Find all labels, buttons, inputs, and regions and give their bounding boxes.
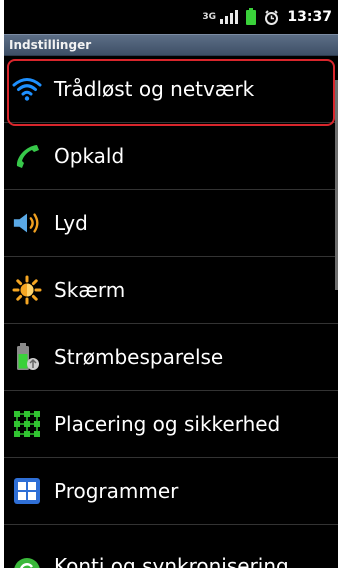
selected-item-highlight	[7, 59, 335, 126]
status-icons: 3G 13:37	[202, 6, 332, 28]
settings-item-calls[interactable]: Opkald	[4, 123, 338, 190]
settings-item-label: Lyd	[54, 211, 88, 235]
settings-item-label: Strømbesparelse	[54, 345, 224, 369]
list-scrollbar[interactable]	[335, 80, 338, 290]
settings-item-label: Konti og synkronisering	[54, 553, 289, 568]
settings-item-label: Placering og sikkerhed	[54, 412, 281, 436]
settings-item-applications[interactable]: Programmer	[4, 458, 338, 525]
phone-screen: 3G 13:37 Indstillinger Trådløst og netvæ…	[4, 0, 338, 568]
settings-list: Trådløst og netværk Opkald Lyd Skærm Str…	[4, 56, 338, 568]
alarm-clock-icon	[264, 9, 279, 25]
title-bar: Indstillinger	[4, 34, 338, 56]
settings-item-display[interactable]: Skærm	[4, 257, 338, 324]
settings-item-location-security[interactable]: Placering og sikkerhed	[4, 391, 338, 458]
battery-saver-icon	[12, 342, 42, 372]
sync-icon	[12, 556, 42, 568]
settings-item-label: Programmer	[54, 479, 179, 503]
network-type-indicator: 3G	[202, 11, 217, 22]
applications-icon	[12, 476, 42, 506]
signal-strength-icon	[220, 10, 239, 24]
settings-item-label: Skærm	[54, 278, 126, 302]
settings-item-label: Opkald	[54, 144, 125, 168]
settings-item-sound[interactable]: Lyd	[4, 190, 338, 257]
battery-icon	[246, 7, 257, 25]
status-bar: 3G 13:37	[4, 0, 338, 34]
brightness-icon	[12, 275, 42, 305]
clock-time: 13:37	[287, 9, 332, 25]
page-title: Indstillinger	[9, 38, 92, 52]
location-security-icon	[12, 409, 42, 439]
speaker-icon	[12, 208, 42, 238]
phone-icon	[12, 141, 42, 171]
settings-item-accounts-sync[interactable]: Konti og synkronisering	[4, 525, 338, 568]
settings-item-power-saving[interactable]: Strømbesparelse	[4, 324, 338, 391]
